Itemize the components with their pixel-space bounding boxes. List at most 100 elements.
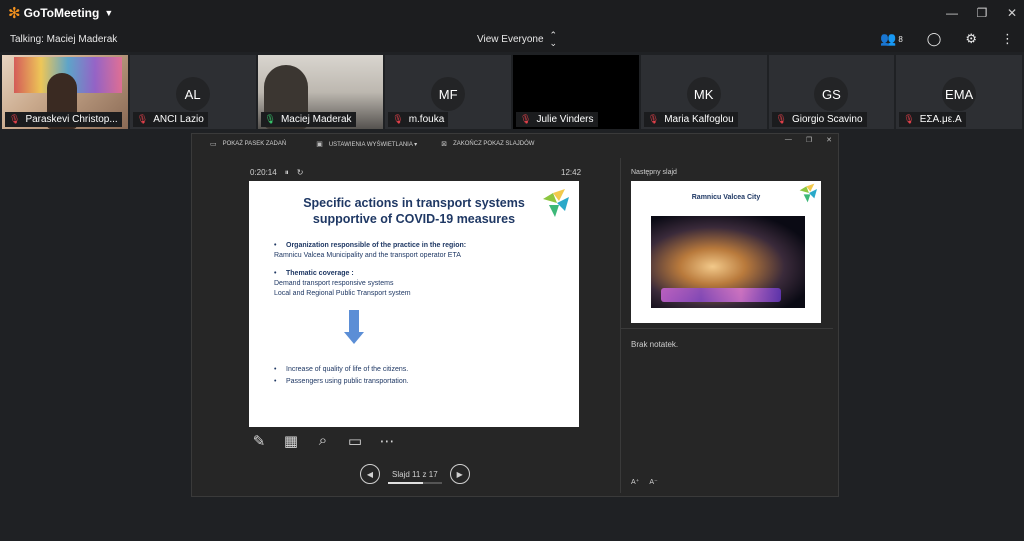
slide-bottom-list: Increase of quality of life of the citiz… [274,364,564,388]
black-screen-icon[interactable]: ▭ [346,432,364,450]
next-slide-preview[interactable]: Ramnicu Valcea City [631,181,821,323]
app-name: GoToMeeting [23,6,100,20]
avatar: MK [686,77,721,111]
participant-tile[interactable]: MK 🎙 Maria Kalfoglou [640,55,767,129]
view-mode-label: View Everyone [477,33,544,45]
participant-tile[interactable]: 🎙 Julie Vinders [513,55,639,129]
shared-presenter-view: ▭ POKAŻ PASEK ZADAŃ ▣ USTAWIENIA WYŚWIET… [191,133,839,497]
minimize-icon[interactable]: — [946,6,958,20]
participant-tile[interactable]: EMA 🎙 ΕΣΑ.με.Α [896,55,1022,129]
attendee-count: 8 [898,34,903,44]
participant-name: Maciej Maderak [280,114,352,125]
more-vertical-icon[interactable]: ⋮ [1001,31,1014,47]
end-show-icon: ⊠ [441,141,448,148]
show-taskbar-label: POKAŻ PASEK ZADAŃ [222,141,287,147]
logo-leaves-icon [799,183,817,203]
chat-icon[interactable]: ◯ [927,31,942,47]
slide-counter: Slajd 11 z 17 [388,469,442,484]
participant-nameplate: 🎙 Maciej Maderak [260,112,356,127]
slide-text: Demand transport responsive systems [274,280,394,287]
end-slideshow-label: ZAKOŃCZ POKAZ SLAJDÓW [453,141,535,147]
view-mode-selector[interactable]: View Everyone ⌃ ⌄ [477,26,557,52]
participant-name: Julie Vinders [536,114,594,125]
window-controls: — ❐ ✕ [946,0,1018,26]
mic-muted-icon: 🎙 [9,114,21,124]
pen-icon[interactable]: ✎ [250,432,268,450]
presenter-window-controls: — ❐ ✕ [785,136,832,144]
participant-tile[interactable]: GS 🎙 Giorgio Scavino [768,55,895,129]
mic-muted-icon: 🎙 [647,114,660,124]
slide-progress-bar [388,481,442,484]
avatar: MF [431,77,466,111]
zoom-icon[interactable]: ⌕ [314,432,332,450]
slide-text: Ramnicu Valcea Municipality and the tran… [274,252,461,259]
more-options-icon[interactable]: ⋯ [378,432,396,450]
participant-nameplate: 🎙 Julie Vinders [516,112,598,127]
elapsed-time: 0:20:14 [250,168,277,177]
chevron-down-icon: ▼ [104,8,114,18]
participant-name: ΕΣΑ.με.Α [919,114,962,125]
close-icon[interactable]: ✕ [1006,6,1018,20]
mic-muted-icon: 🎙 [136,114,149,124]
increase-font-icon[interactable]: A⁺ [631,478,639,486]
previous-slide-button[interactable]: ◀ [360,464,380,484]
participant-tile[interactable]: 🎙 Maciej Maderak [257,55,384,129]
talking-indicator: Talking: Maciej Maderak [10,33,118,45]
participant-name: Maria Kalfoglou [664,114,734,125]
show-taskbar-button[interactable]: ▭ POKAŻ PASEK ZADAŃ [210,140,286,148]
display-icon: ▣ [316,141,323,148]
slide-progress-fill [388,481,423,484]
decrease-font-icon[interactable]: A⁻ [649,478,657,486]
people-icon: 👥 [880,31,897,46]
close-icon[interactable]: ✕ [826,136,832,144]
avatar: GS [814,77,849,111]
slide-text: Local and Regional Public Transport syst… [274,290,411,297]
minimize-icon[interactable]: — [785,136,792,144]
participant-nameplate: 🎙 Paraskevi Christop... [5,112,122,127]
city-photo [651,216,805,308]
participant-tile[interactable]: 🎙 Paraskevi Christop... [2,55,128,129]
taskbar-icon: ▭ [210,141,217,148]
current-slide: Specific actions in transport systems su… [249,181,579,427]
presenter-side-pane: Następny slajd Ramnicu Valcea City Brak … [620,158,833,493]
presenter-toolbar: ▭ POKAŻ PASEK ZADAŃ ▣ USTAWIENIA WYŚWIET… [192,134,838,154]
participant-name: Giorgio Scavino [791,114,863,125]
slide-navigation: ◀ Slajd 11 z 17 ▶ [360,464,470,484]
participant-nameplate: 🎙 ΕΣΑ.με.Α [899,112,966,127]
speaker-notes: Brak notatek. [631,340,679,349]
participant-nameplate: 🎙 Maria Kalfoglou [643,112,738,127]
participant-name: m.fouka [408,114,445,125]
attendees-button[interactable]: 👥 8 [880,31,903,47]
notes-font-controls: A⁺ A⁻ [631,478,658,486]
mic-muted-icon: 🎙 [775,114,787,124]
next-slide-title: Ramnicu Valcea City [691,194,761,201]
slide-bullet: Thematic coverage : [274,269,564,279]
participant-strip: 🎙 Paraskevi Christop... AL 🎙 ANCI Lazio 🎙 M… [0,55,1024,129]
participant-tile[interactable]: AL 🎙 ANCI Lazio [129,55,256,129]
notes-divider [621,328,833,329]
restore-icon[interactable]: ❐ [806,136,812,144]
participant-tile[interactable]: MF 🎙 m.fouka [385,55,511,129]
pause-icon[interactable]: ⏸ [285,168,289,178]
slide-counter-text: Slajd 11 z 17 [392,469,438,479]
see-all-slides-icon[interactable]: ▦ [282,432,300,450]
app-menu[interactable]: ✻ GoToMeeting ▼ [8,6,113,21]
down-arrow-icon [344,310,364,344]
meeting-toolbar: 👥 8 ◯ ⚙ ⋮ [880,26,1014,52]
slide-body: Organization responsible of the practice… [274,241,564,299]
avatar: EMA [942,77,977,111]
slide-bullet: Passengers using public transportation. [274,376,564,388]
display-settings-label: USTAWIENIA WYŚWIETLANIA ▾ [328,141,418,148]
reset-icon[interactable]: ↻ [297,168,304,178]
restore-icon[interactable]: ❐ [976,6,988,20]
end-slideshow-button[interactable]: ⊠ ZAKOŃCZ POKAZ SLAJDÓW [441,140,534,148]
participant-nameplate: 🎙 m.fouka [388,112,449,127]
speaker-active-icon: 🎙 [264,114,276,124]
current-time: 12:42 [561,168,582,177]
display-settings-button[interactable]: ▣ USTAWIENIA WYŚWIETLANIA ▾ [316,140,417,148]
mic-muted-icon: 🎙 [520,114,532,124]
gear-icon[interactable]: ⚙ [965,31,977,47]
slide-title: Specific actions in transport systems su… [303,196,525,226]
slide-tools: ✎ ▦ ⌕ ▭ ⋯ [250,432,396,450]
next-slide-button[interactable]: ▶ [449,464,470,484]
